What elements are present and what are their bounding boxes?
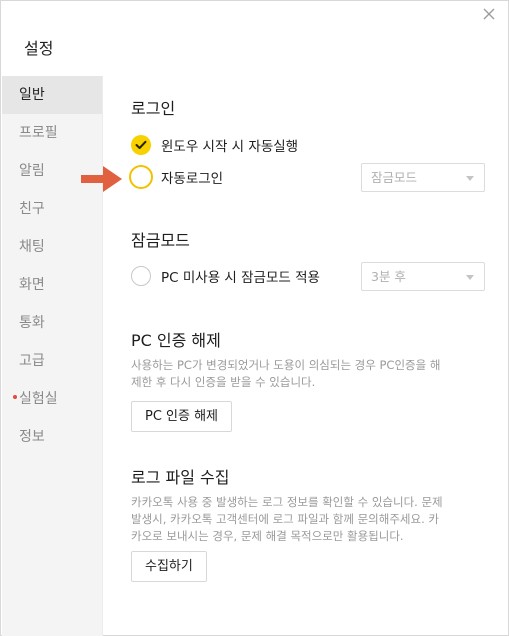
log-desc-line: 카오로 보내시는 경우, 문제 해결 목적으로만 활용됩니다. bbox=[131, 529, 404, 543]
idle-lock-time-value: 3분 후 bbox=[371, 269, 406, 284]
sidebar-item-general[interactable]: 일반 bbox=[2, 76, 102, 114]
idle-lock-checkbox[interactable] bbox=[131, 266, 151, 286]
sidebar-item-labs[interactable]: 실험실 bbox=[2, 380, 102, 418]
lock-section-title: 잠금모드 bbox=[131, 231, 190, 250]
close-button[interactable] bbox=[480, 5, 498, 23]
chevron-down-icon bbox=[466, 275, 474, 280]
sidebar-item-info[interactable]: 정보 bbox=[2, 418, 102, 456]
log-desc-line: 카카오톡 사용 중 발생하는 로그 정보를 확인할 수 있습니다. 문제 bbox=[131, 495, 443, 509]
sidebar-item-profile[interactable]: 프로필 bbox=[2, 114, 102, 152]
sidebar-item-calls[interactable]: 통화 bbox=[2, 304, 102, 342]
autologin-option[interactable]: 자동로그인 bbox=[129, 165, 224, 189]
idle-lock-option[interactable]: PC 미사용 시 잠금모드 적용 bbox=[131, 264, 320, 288]
sidebar-item-label: 정보 bbox=[19, 429, 45, 445]
sidebar-item-label: 알림 bbox=[19, 163, 45, 179]
sidebar-item-label: 일반 bbox=[19, 87, 45, 103]
sidebar-item-label: 고급 bbox=[19, 353, 45, 369]
collect-logs-button[interactable]: 수집하기 bbox=[131, 551, 207, 582]
settings-content: 로그인 윈도우 시작 시 자동실행 자동로그인 잠금모드 잠금모드 PC 미사용… bbox=[103, 76, 509, 636]
pc-auth-desc-line: 사용하는 PC가 변경되었거나 도용이 의심되는 경우 PC인증을 해 bbox=[131, 358, 441, 372]
login-section-title: 로그인 bbox=[131, 99, 176, 118]
pc-auth-section-title: PC 인증 해제 bbox=[131, 331, 221, 350]
window-title: 설정 bbox=[24, 39, 54, 58]
sidebar-item-label: 실험실 bbox=[19, 391, 58, 407]
autologin-mode-value: 잠금모드 bbox=[371, 170, 418, 185]
sidebar-item-label: 채팅 bbox=[19, 239, 45, 255]
autologin-label: 자동로그인 bbox=[161, 171, 224, 187]
sidebar-item-label: 프로필 bbox=[19, 125, 58, 141]
sidebar-item-display[interactable]: 화면 bbox=[2, 266, 102, 304]
new-badge-dot bbox=[13, 395, 17, 399]
pc-auth-desc-line: 제한 후 다시 인증을 받을 수 있습니다. bbox=[131, 375, 316, 389]
startup-label: 윈도우 시작 시 자동실행 bbox=[161, 139, 299, 155]
log-section-title: 로그 파일 수집 bbox=[131, 468, 230, 487]
sidebar-item-label: 화면 bbox=[19, 277, 45, 293]
sidebar-item-advanced[interactable]: 고급 bbox=[2, 342, 102, 380]
sidebar-item-label: 친구 bbox=[19, 201, 45, 217]
idle-lock-label: PC 미사용 시 잠금모드 적용 bbox=[161, 270, 320, 286]
pc-auth-release-button[interactable]: PC 인증 해제 bbox=[131, 401, 233, 432]
chevron-down-icon bbox=[466, 176, 474, 181]
autologin-mode-select[interactable]: 잠금모드 bbox=[361, 163, 485, 192]
sidebar-item-label: 통화 bbox=[19, 315, 45, 331]
sidebar: 일반 프로필 알림 친구 채팅 화면 통화 고급 실험실 정보 bbox=[2, 76, 103, 636]
close-icon bbox=[483, 8, 495, 20]
startup-checkbox[interactable] bbox=[131, 135, 151, 155]
check-icon bbox=[135, 140, 147, 149]
log-desc-line: 발생시, 카카오톡 고객센터에 로그 파일과 함께 문의해주세요. 카 bbox=[131, 512, 439, 526]
startup-option[interactable]: 윈도우 시작 시 자동실행 bbox=[131, 133, 298, 157]
sidebar-item-chat[interactable]: 채팅 bbox=[2, 228, 102, 266]
idle-lock-time-select[interactable]: 3분 후 bbox=[361, 262, 485, 291]
arrow-right-icon bbox=[81, 165, 125, 197]
pc-auth-description: 사용하는 PC가 변경되었거나 도용이 의심되는 경우 PC인증을 해 제한 후… bbox=[131, 357, 483, 391]
settings-window: 설정 일반 프로필 알림 친구 채팅 화면 통화 고급 실험실 정보 로그인 윈… bbox=[0, 0, 509, 636]
log-description: 카카오톡 사용 중 발생하는 로그 정보를 확인할 수 있습니다. 문제 발생시… bbox=[131, 494, 483, 545]
autologin-checkbox[interactable] bbox=[129, 165, 153, 189]
